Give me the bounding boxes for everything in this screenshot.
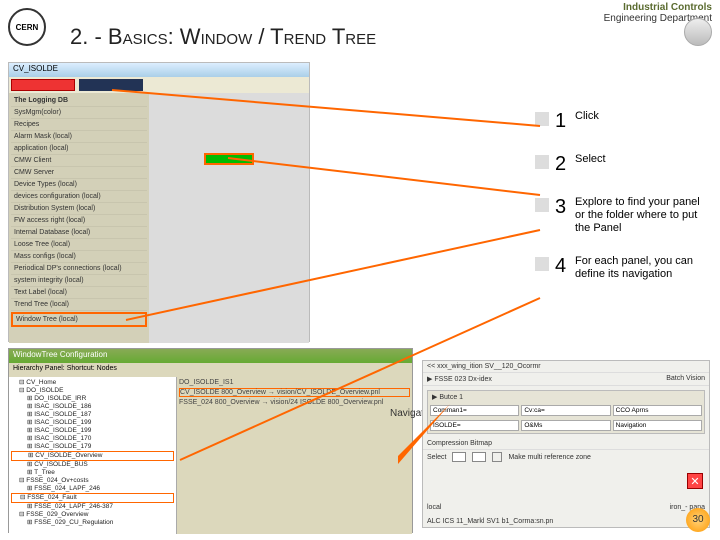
step-text: Explore to find your panel or the folder… (575, 196, 710, 235)
config-menu: The Logging DBSysMgm(color)RecipesAlarm … (9, 93, 149, 343)
page-number: 30 (686, 508, 710, 532)
enice-logo (684, 18, 712, 46)
step-bullet (535, 257, 549, 271)
menu-item[interactable]: SysMgm(color) (11, 107, 147, 119)
tree-right-line: FSSE_024 800_Overview → vision/24 ISOLDE… (179, 399, 410, 406)
menu-item[interactable]: Internal Database (local) (11, 227, 147, 239)
menu-item[interactable]: Alarm Mask (local) (11, 131, 147, 143)
tree-node[interactable]: ⊞ ISAC_ISOLDE_186 (11, 403, 174, 411)
green-button[interactable] (204, 153, 254, 165)
menu-item[interactable]: Periodical DP's connections (local) (11, 263, 147, 275)
menu-item[interactable]: application (local) (11, 143, 147, 155)
blue-tab[interactable] (79, 79, 143, 91)
step-list: 1 Click 2 Select 3Explore to find your panel… (535, 110, 710, 301)
s3-row: ▶ FSSE 023 Dx-idex (427, 375, 492, 383)
tree-node[interactable]: ⊞ ISAC_ISOLDE_179 (11, 443, 174, 451)
checkbox[interactable] (492, 452, 502, 462)
step-bullet (535, 155, 549, 169)
grid-cell[interactable]: Comman1= (430, 405, 519, 416)
tree-node[interactable]: ⊞ DO_ISOLDE_IRR (11, 395, 174, 403)
step-text: Select (575, 153, 710, 176)
step-num: 3 (555, 196, 569, 235)
slide-title: 2. - Basics: Window / Trend Tree (70, 24, 376, 50)
menu-item[interactable]: Device Types (local) (11, 179, 147, 191)
step-num: 1 (555, 110, 569, 133)
cern-logo: CERN (8, 8, 46, 46)
window-titlebar: CV_ISOLDE (9, 63, 309, 77)
step: 1 Click (535, 110, 710, 133)
tree-node[interactable]: ⊞ T_Tree (11, 469, 174, 477)
slide-header: CERN 2. - Basics: Window / Trend Tree In… (0, 0, 720, 56)
step-num: 4 (555, 255, 569, 281)
brand-small: Industrial Controls (604, 2, 712, 13)
select-label: Select (427, 454, 446, 461)
menu-item[interactable]: Recipes (11, 119, 147, 131)
menu-item[interactable]: Distribution System (local) (11, 203, 147, 215)
screenshot-windowtree: WindowTree Configuration Hierarchy Panel… (8, 348, 413, 533)
menu-item[interactable]: FW access right (local) (11, 215, 147, 227)
step-bullet (535, 112, 549, 126)
tree-node[interactable]: ⊟ FSSE_029_Overview (11, 511, 174, 519)
s3-bottom3: ALC ICS 11_Markl SV1 b1_Corma:sn.pn (423, 516, 709, 527)
s3-row: << xxx_wing_ition SV__120_Ocormr (423, 361, 709, 373)
tree-node[interactable]: ⊞ ISAC_ISOLDE_199 (11, 419, 174, 427)
menu-item[interactable]: devices configuration (local) (11, 191, 147, 203)
tree-node[interactable]: ⊞ CV_ISOLDE_BUS (11, 461, 174, 469)
grid-cell[interactable]: Cv:ca= (521, 405, 610, 416)
red-tab[interactable] (11, 79, 75, 91)
tree-right-line: DO_ISOLDE_IS1 (179, 379, 410, 386)
step-bullet (535, 198, 549, 212)
menu-item[interactable]: system integrity (local) (11, 275, 147, 287)
grid-cell[interactable]: CCO Aprns (613, 405, 702, 416)
grid-cell[interactable]: Navigation (613, 420, 702, 431)
step-text: Click (575, 110, 710, 133)
tree-node[interactable]: ⊞ CV_ISOLDE_Overview (11, 451, 174, 461)
step: 4For each panel, you can define its navi… (535, 255, 710, 281)
menu-item[interactable]: CMW Server (11, 167, 147, 179)
screenshot-pvss-console: CV_ISOLDE The Logging DBSysMgm(color)Rec… (8, 62, 310, 342)
step: 3Explore to find your panel or the folde… (535, 196, 710, 235)
tree-right-line: CV_ISOLDE 800_Overview → vision/CV_ISOLD… (179, 388, 410, 397)
s3-panel-label: ▶ Butce 1 (428, 391, 704, 403)
step: 2 Select (535, 153, 710, 176)
tree-node[interactable]: ⊞ FSSE_029_CU_Regulation (11, 519, 174, 527)
menu-item[interactable]: Loose Tree (local) (11, 239, 147, 251)
menu-item[interactable]: Trend Tree (local) (11, 299, 147, 311)
tree-node[interactable]: ⊞ ISAC_ISOLDE_187 (11, 411, 174, 419)
step-num: 2 (555, 153, 569, 176)
menu-item[interactable]: Text Label (local) (11, 287, 147, 299)
tree-node[interactable]: ⊟ CV_Home (11, 379, 174, 387)
logo-text: CERN (16, 23, 39, 32)
select-box[interactable] (472, 452, 486, 462)
chk-label: Make multi reference zone (508, 454, 590, 461)
menu-item[interactable]: Mass configs (local) (11, 251, 147, 263)
tree-node[interactable]: ⊞ FSSE_024_LAPF_246-387 (11, 503, 174, 511)
tree-node[interactable]: ⊟ FSSE_024_Ov+costs (11, 477, 174, 485)
select-box[interactable] (452, 452, 466, 462)
tree-node[interactable]: ⊟ FSSE_024_Fault (11, 493, 174, 503)
screenshot-panel-config: << xxx_wing_ition SV__120_Ocormr ▶ FSSE … (422, 360, 710, 528)
tree-node[interactable]: ⊞ ISAC_ISOLDE_170 (11, 435, 174, 443)
tree-right-panel: DO_ISOLDE_IS1 CV_ISOLDE 800_Overview → v… (177, 377, 412, 534)
windowtree-toolbar: Hierarchy Panel: Shortcut: Nodes (9, 363, 412, 377)
tree-node[interactable]: ⊟ DO_ISOLDE (11, 387, 174, 395)
menu-item[interactable]: Window Tree (local) (11, 312, 147, 327)
windowtree-titlebar: WindowTree Configuration (9, 349, 412, 363)
config-right-pane (149, 93, 309, 343)
tree-node[interactable]: ⊞ ISAC_ISOLDE_199 (11, 427, 174, 435)
s3-panel: ▶ Butce 1 Comman1=Cv:ca=CCO Aprns ISOLDE… (427, 390, 705, 434)
step-text: For each panel, you can define its navig… (575, 255, 710, 281)
close-button[interactable]: ✕ (687, 473, 703, 489)
s3-batch: Batch Vision (666, 375, 705, 383)
s3-compression: Compression Bitmap (423, 438, 709, 450)
top-tabs (9, 77, 309, 93)
grid-cell[interactable]: ISOLDE= (430, 420, 519, 431)
tree-panel[interactable]: ⊟ CV_Home⊟ DO_ISOLDE⊞ DO_ISOLDE_IRR⊞ ISA… (9, 377, 177, 534)
grid-cell[interactable]: O&Ms (521, 420, 610, 431)
s3-bottom: local (427, 504, 441, 511)
menu-item[interactable]: CMW Client (11, 155, 147, 167)
tree-node[interactable]: ⊞ FSSE_024_LAPF_246 (11, 485, 174, 493)
